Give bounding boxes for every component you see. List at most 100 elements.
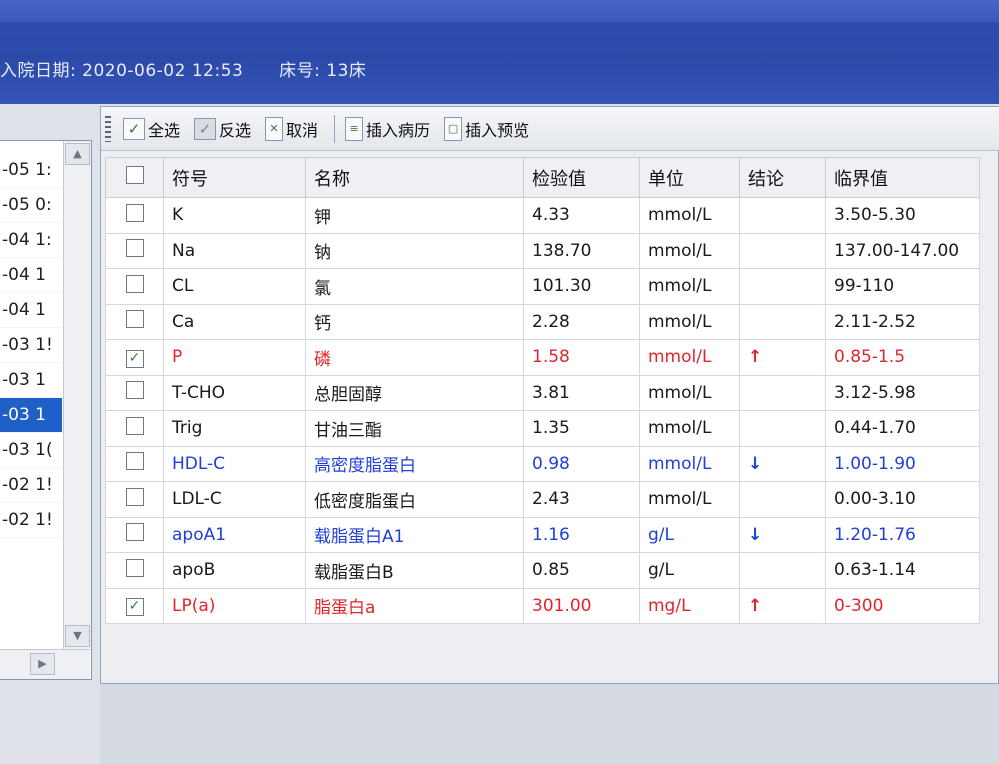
cell-conclusion: ↓ bbox=[739, 516, 826, 553]
cell-value: 2.43 bbox=[523, 481, 640, 518]
table-row[interactable]: Ca 钙 2.28 mmol/L 2.11-2.52 bbox=[105, 303, 980, 340]
chevron-down-icon[interactable]: ▼ bbox=[65, 625, 90, 647]
row-checkbox-cell[interactable]: ✓ bbox=[105, 339, 164, 376]
cell-unit: mmol/L bbox=[639, 232, 740, 269]
checkbox-icon[interactable] bbox=[125, 310, 144, 329]
list-item[interactable]: -04 1 bbox=[0, 258, 62, 293]
checkbox-checked-icon[interactable]: ✓ bbox=[125, 598, 144, 617]
checkbox-icon[interactable] bbox=[125, 274, 144, 293]
cell-range: 3.12-5.98 bbox=[825, 374, 980, 411]
cell-range: 0.44-1.70 bbox=[825, 410, 980, 447]
cell-conclusion: ↓ bbox=[739, 445, 826, 482]
table-row[interactable]: ✓ LP(a) 脂蛋白a 301.00 mg/L ↑ 0-300 bbox=[105, 587, 980, 624]
table-row[interactable]: Na 钠 138.70 mmol/L 137.00-147.00 bbox=[105, 232, 980, 269]
row-checkbox-cell[interactable] bbox=[105, 516, 164, 553]
select-all-label: 全选 bbox=[148, 120, 181, 140]
cell-unit: mmol/L bbox=[639, 339, 740, 376]
row-checkbox-cell[interactable] bbox=[105, 445, 164, 482]
toolbar-separator bbox=[334, 114, 336, 143]
list-item[interactable]: -02 1! bbox=[0, 468, 62, 503]
column-header-unit[interactable]: 单位 bbox=[639, 157, 740, 198]
row-checkbox-cell[interactable] bbox=[105, 374, 164, 411]
row-checkbox-cell[interactable] bbox=[105, 303, 164, 340]
list-item[interactable]: -03 1! bbox=[0, 328, 62, 363]
list-item[interactable]: -02 1! bbox=[0, 503, 62, 538]
table-row[interactable]: apoA1 载脂蛋白A1 1.16 g/L ↓ 1.20-1.76 bbox=[105, 516, 980, 553]
column-header-conclusion[interactable]: 结论 bbox=[739, 157, 826, 198]
checkbox-icon[interactable] bbox=[125, 452, 144, 471]
cell-symbol: T-CHO bbox=[163, 374, 306, 411]
document-insert-icon: ≡ bbox=[345, 116, 364, 141]
row-checkbox-cell[interactable] bbox=[105, 232, 164, 269]
cell-name: 甘油三酯 bbox=[305, 410, 524, 447]
checkbox-icon[interactable] bbox=[125, 203, 144, 222]
row-checkbox-cell[interactable] bbox=[105, 410, 164, 447]
list-item[interactable]: -05 1: bbox=[0, 153, 62, 188]
cell-symbol: LDL-C bbox=[163, 481, 306, 518]
cell-unit: mmol/L bbox=[639, 445, 740, 482]
cell-conclusion bbox=[739, 197, 826, 234]
row-checkbox-cell[interactable] bbox=[105, 268, 164, 305]
checkbox-icon[interactable] bbox=[125, 558, 144, 577]
cell-value: 4.33 bbox=[523, 197, 640, 234]
column-header-name[interactable]: 名称 bbox=[305, 157, 524, 198]
checkbox-icon[interactable] bbox=[125, 239, 144, 258]
table-row[interactable]: Trig 甘油三酯 1.35 mmol/L 0.44-1.70 bbox=[105, 410, 980, 447]
column-header-value[interactable]: 检验值 bbox=[523, 157, 640, 198]
cell-value: 3.81 bbox=[523, 374, 640, 411]
chevron-up-icon[interactable]: ▲ bbox=[65, 143, 90, 165]
cell-value: 0.85 bbox=[523, 552, 640, 589]
checkbox-icon[interactable] bbox=[125, 487, 144, 506]
checkbox-icon[interactable] bbox=[125, 523, 144, 542]
list-item[interactable]: -03 1( bbox=[0, 433, 62, 468]
invert-selection-button[interactable]: ✓ 反选 bbox=[190, 114, 255, 144]
table-row[interactable]: HDL-C 高密度脂蛋白 0.98 mmol/L ↓ 1.00-1.90 bbox=[105, 445, 980, 482]
cell-range: 0.00-3.10 bbox=[825, 481, 980, 518]
cell-range: 99-110 bbox=[825, 268, 980, 305]
table-row[interactable]: LDL-C 低密度脂蛋白 2.43 mmol/L 0.00-3.10 bbox=[105, 481, 980, 518]
insert-preview-button[interactable]: ▢ 插入预览 bbox=[440, 114, 533, 144]
checkbox-checked-icon[interactable]: ✓ bbox=[125, 349, 144, 368]
row-checkbox-cell[interactable] bbox=[105, 197, 164, 234]
table-row[interactable]: K 钾 4.33 mmol/L 3.50-5.30 bbox=[105, 197, 980, 234]
insert-record-button[interactable]: ≡ 插入病历 bbox=[341, 114, 434, 144]
cell-unit: mmol/L bbox=[639, 197, 740, 234]
vertical-scrollbar[interactable]: ▲ ▼ bbox=[63, 141, 91, 649]
list-item[interactable]: -03 1 bbox=[0, 363, 62, 398]
table-row[interactable]: T-CHO 总胆固醇 3.81 mmol/L 3.12-5.98 bbox=[105, 374, 980, 411]
header-select-checkbox[interactable] bbox=[105, 157, 164, 198]
insert-record-label: 插入病历 bbox=[366, 120, 431, 140]
cell-conclusion bbox=[739, 481, 826, 518]
cell-range: 0.85-1.5 bbox=[825, 339, 980, 376]
cell-symbol: HDL-C bbox=[163, 445, 306, 482]
row-checkbox-cell[interactable]: ✓ bbox=[105, 587, 164, 624]
list-item[interactable]: -04 1 bbox=[0, 293, 62, 328]
cell-unit: mmol/L bbox=[639, 481, 740, 518]
table-row[interactable]: CL 氯 101.30 mmol/L 99-110 bbox=[105, 268, 980, 305]
checkbox-icon[interactable] bbox=[125, 381, 144, 400]
checkbox-gray-icon: ✓ bbox=[194, 117, 217, 140]
cell-name: 高密度脂蛋白 bbox=[305, 445, 524, 482]
checkbox-icon[interactable] bbox=[125, 416, 144, 435]
horizontal-scrollbar[interactable]: ▶ bbox=[0, 649, 90, 679]
toolbar-grip-icon[interactable] bbox=[105, 115, 111, 142]
cell-unit: mmol/L bbox=[639, 374, 740, 411]
list-item[interactable]: -05 0: bbox=[0, 188, 62, 223]
chevron-right-icon[interactable]: ▶ bbox=[30, 653, 55, 675]
column-header-symbol[interactable]: 符号 bbox=[163, 157, 306, 198]
cell-range: 137.00-147.00 bbox=[825, 232, 980, 269]
row-checkbox-cell[interactable] bbox=[105, 552, 164, 589]
table-row[interactable]: apoB 载脂蛋白B 0.85 g/L 0.63-1.14 bbox=[105, 552, 980, 589]
cancel-button[interactable]: ✕ 取消 bbox=[261, 114, 322, 144]
cell-unit: g/L bbox=[639, 516, 740, 553]
document-cancel-icon: ✕ bbox=[265, 116, 284, 141]
table-row[interactable]: ✓ P 磷 1.58 mmol/L ↑ 0.85-1.5 bbox=[105, 339, 980, 376]
cell-symbol: CL bbox=[163, 268, 306, 305]
column-header-range[interactable]: 临界值 bbox=[825, 157, 980, 198]
checkbox-icon[interactable] bbox=[125, 166, 144, 184]
patient-info: 入院日期: 2020-06-02 12:53 床号: 13床 bbox=[0, 56, 366, 81]
row-checkbox-cell[interactable] bbox=[105, 481, 164, 518]
list-item[interactable]: -03 1 bbox=[0, 398, 62, 433]
select-all-button[interactable]: ✓ 全选 bbox=[119, 114, 184, 144]
list-item[interactable]: -04 1: bbox=[0, 223, 62, 258]
